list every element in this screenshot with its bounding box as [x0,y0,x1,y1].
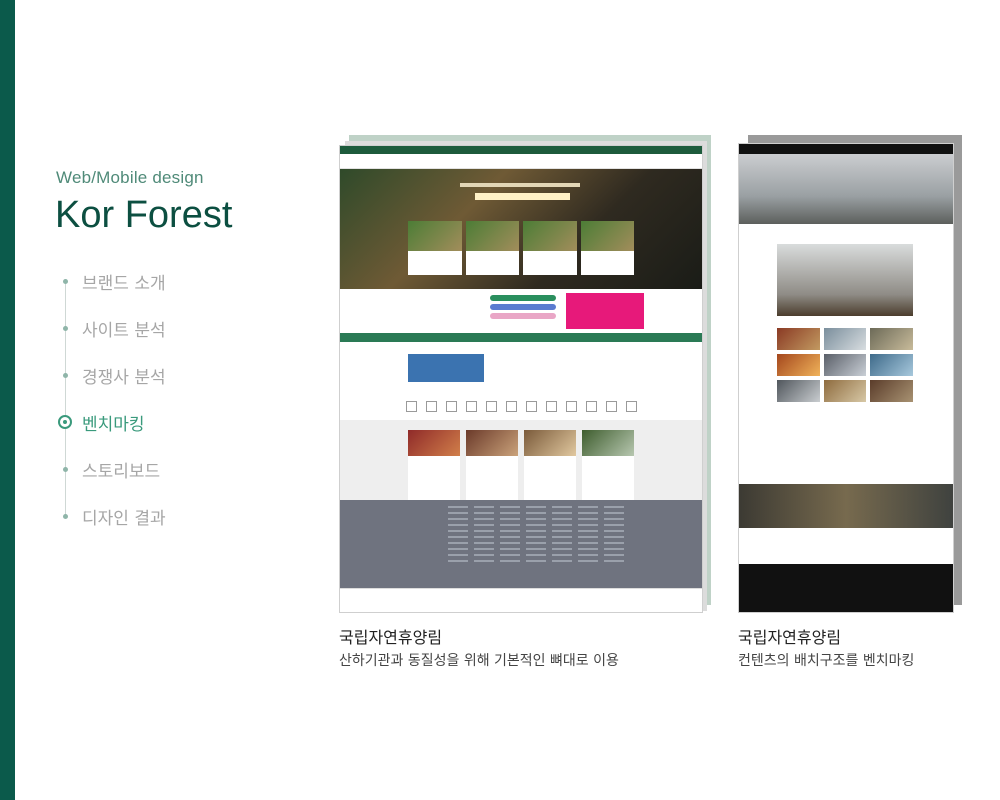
preview-hero-image [340,169,702,289]
preview-content-body [739,224,953,484]
nav-item-site-analysis[interactable]: 사이트 분석 [55,316,166,341]
nav-item-design-result[interactable]: 디자인 결과 [55,504,166,529]
nav-item-competitor[interactable]: 경쟁사 분석 [55,363,166,388]
nav-item-benchmarking[interactable]: 벤치마킹 [55,410,145,435]
nav-item-label: 경쟁사 분석 [82,367,166,388]
left-accent-bar [0,0,15,800]
preview-promo-banner [566,293,644,329]
active-target-icon [58,415,72,429]
website-preview-image [339,145,703,613]
preview-hero-text [460,183,580,187]
preview-divider [340,333,702,342]
preview-pills [490,295,556,322]
benchmark-screenshot-1 [339,135,711,613]
caption-description: 산하기관과 동질성을 위해 기본적인 뼈대로 이용 [339,653,619,669]
nav-item-label: 벤치마킹 [82,414,145,435]
nav-item-label: 스토리보드 [82,461,161,482]
preview-main-image [777,244,913,316]
preview-thumb [580,221,634,275]
nav-item-brand[interactable]: 브랜드 소개 [55,269,166,294]
bullet-icon [63,513,68,519]
page-subtitle: Web/Mobile design [56,168,204,187]
bullet-icon [63,372,68,378]
nav-item-storyboard[interactable]: 스토리보드 [55,457,161,482]
website-preview-image [738,143,954,613]
preview-icon-row [340,392,702,420]
preview-bottom-bar [340,588,702,612]
preview-header [340,154,702,169]
section-nav: 브랜드 소개 사이트 분석 경쟁사 분석 벤치마킹 스토리보드 디자인 결과 [55,262,275,542]
preview-hero-image [739,154,953,224]
preview-notice-section [340,289,702,333]
preview-photo-strip [739,484,953,528]
preview-bottom-bar [739,564,953,612]
preview-topbar [739,144,953,154]
preview-thumb-row [408,221,634,275]
caption-title: 국립자연휴양림 [339,628,443,647]
caption-title: 국립자연휴양림 [738,628,842,647]
bullet-icon [63,325,68,331]
preview-footer [340,500,702,588]
bullet-icon [63,278,68,284]
preview-thumb [465,221,519,275]
nav-item-label: 사이트 분석 [82,320,166,341]
preview-footer [739,528,953,564]
nav-item-label: 브랜드 소개 [82,273,166,294]
preview-second-header [340,342,702,392]
preview-gallery [340,420,702,500]
bullet-icon [63,466,68,472]
preview-thumb [408,221,462,275]
preview-thumb [523,221,577,275]
preview-topbar [340,146,702,154]
preview-image-grid [777,328,913,402]
preview-hero-text [475,193,570,200]
page-title: Kor Forest [55,194,233,236]
nav-item-label: 디자인 결과 [82,508,166,529]
benchmark-screenshot-2 [738,135,962,613]
caption-description: 컨텐츠의 배치구조를 벤치마킹 [738,653,915,669]
preview-schedule-box [408,354,484,382]
